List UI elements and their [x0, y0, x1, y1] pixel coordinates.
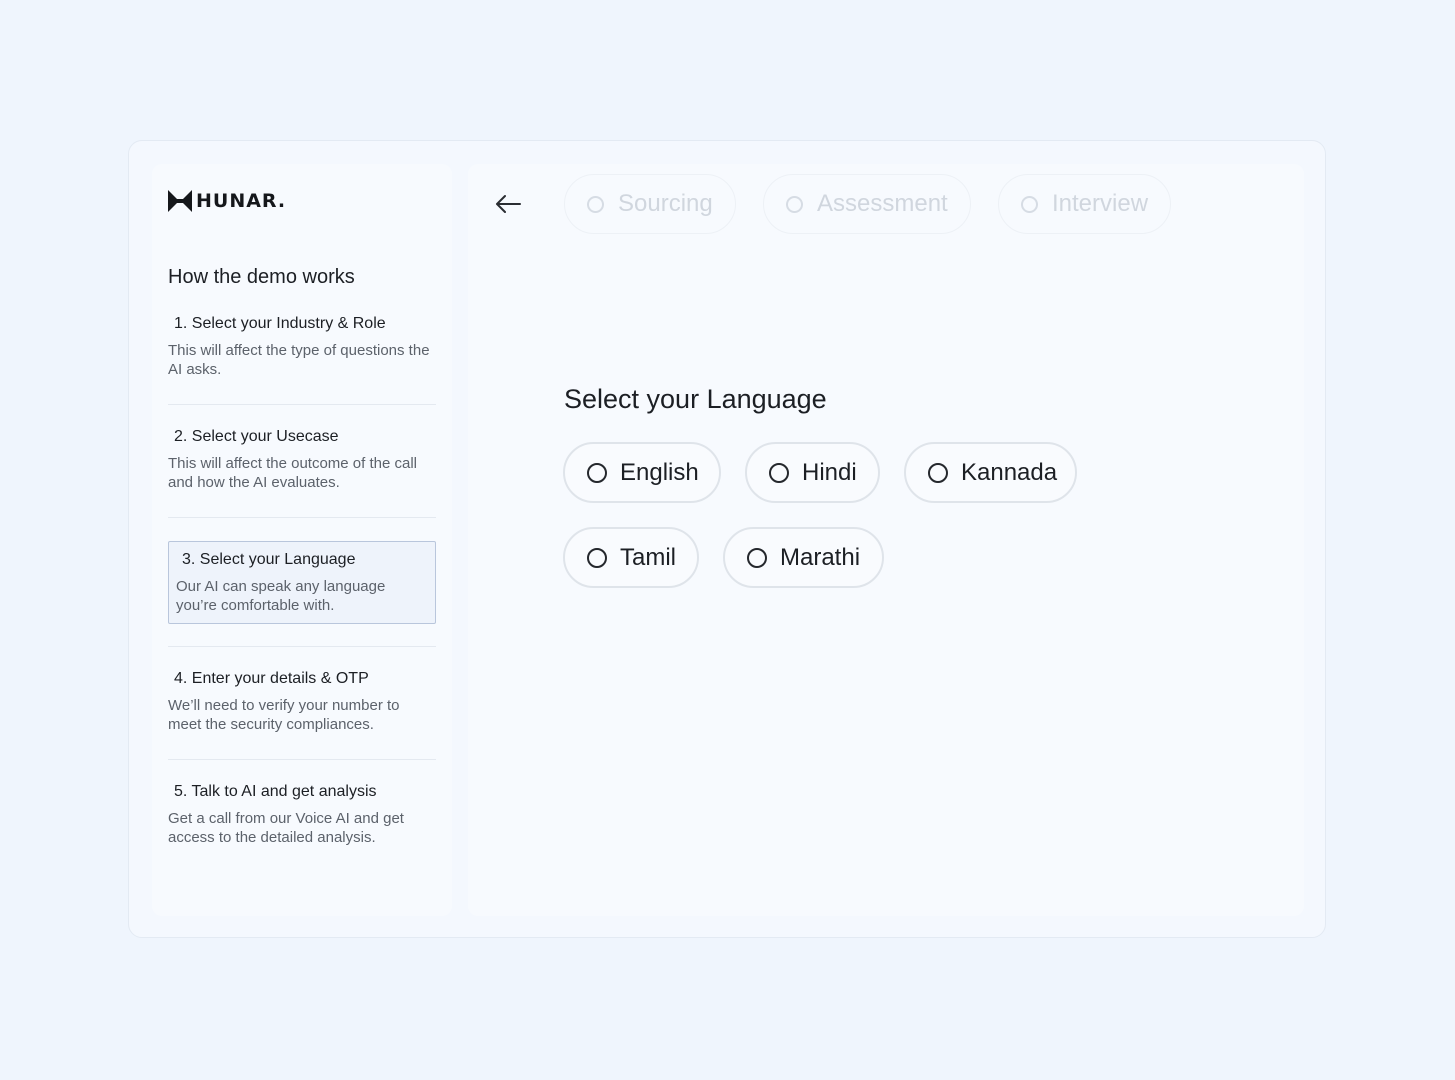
radio-circle-icon: [587, 547, 607, 568]
step-divider: [168, 646, 436, 647]
language-label: Kannada: [961, 458, 1058, 486]
stage-tab-sourcing[interactable]: Sourcing: [564, 174, 736, 234]
stage-label: Interview: [1052, 190, 1149, 217]
step-description: This will affect the outcome of the call…: [168, 455, 418, 491]
hunar-logo-icon: [168, 190, 192, 212]
step-details-otp: 4. Enter your details & OTP We’ll need t…: [168, 669, 436, 734]
step-divider: [168, 759, 436, 760]
language-option-hindi[interactable]: Hindi: [745, 442, 880, 503]
arrow-left-icon: [496, 195, 521, 213]
language-option-kannada[interactable]: Kannada: [904, 442, 1077, 503]
step-description: Get a call from our Voice AI and get acc…: [168, 810, 404, 846]
stage-label: Sourcing: [618, 190, 713, 217]
brand-logo: HUNAR.: [168, 190, 286, 212]
language-option-english[interactable]: English: [563, 442, 721, 503]
step-language-active: 3. Select your Language Our AI can speak…: [168, 541, 436, 624]
language-label: Tamil: [620, 543, 677, 571]
radio-circle-icon: [587, 195, 604, 213]
language-label: Hindi: [802, 458, 857, 486]
language-section-title: Select your Language: [564, 384, 827, 414]
language-label: Marathi: [780, 543, 861, 571]
step-title: 5. Talk to AI and get analysis: [174, 783, 377, 800]
demo-steps-title: How the demo works: [168, 266, 355, 288]
step-description: Our AI can speak any language you’re com…: [176, 578, 386, 614]
stage-label: Assessment: [817, 190, 948, 217]
radio-circle-icon: [587, 462, 607, 483]
step-usecase: 2. Select your Usecase This will affect …: [168, 427, 436, 492]
main-panel: Sourcing Assessment Interview Select you…: [468, 164, 1304, 916]
step-title: 1. Select your Industry & Role: [174, 315, 386, 332]
step-description: We’ll need to verify your number to meet…: [168, 697, 400, 733]
radio-circle-icon: [769, 462, 789, 483]
stage-tab-interview[interactable]: Interview: [998, 174, 1172, 234]
back-button[interactable]: [490, 188, 526, 220]
step-title: 2. Select your Usecase: [174, 428, 339, 445]
sidebar: HUNAR. How the demo works 1. Select your…: [152, 164, 452, 916]
step-title: 3. Select your Language: [182, 551, 356, 568]
step-divider: [168, 404, 436, 405]
radio-circle-icon: [1021, 195, 1038, 213]
stage-tab-assessment[interactable]: Assessment: [763, 174, 971, 234]
language-option-tamil[interactable]: Tamil: [563, 527, 699, 588]
demo-frame: HUNAR. How the demo works 1. Select your…: [128, 140, 1326, 938]
brand-name: HUNAR.: [196, 190, 287, 212]
radio-circle-icon: [786, 195, 803, 213]
step-divider: [168, 517, 436, 518]
radio-circle-icon: [928, 462, 948, 483]
radio-circle-icon: [747, 547, 767, 568]
step-title: 4. Enter your details & OTP: [174, 670, 369, 687]
step-industry-role: 1. Select your Industry & Role This will…: [168, 314, 436, 379]
step-description: This will affect the type of questions t…: [168, 342, 430, 378]
step-talk-to-ai: 5. Talk to AI and get analysis Get a cal…: [168, 782, 436, 847]
language-option-marathi[interactable]: Marathi: [723, 527, 884, 588]
language-label: English: [620, 458, 699, 486]
